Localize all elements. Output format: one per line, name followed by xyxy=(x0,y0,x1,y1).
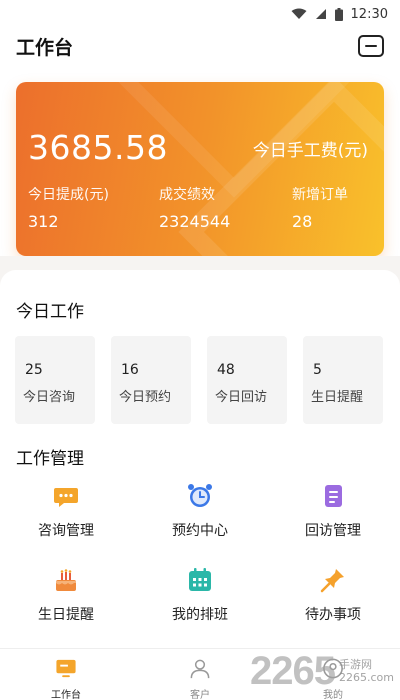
nav-customers[interactable]: 客户 xyxy=(160,649,240,700)
wifi-icon xyxy=(291,8,307,20)
collapse-menu-button[interactable] xyxy=(358,35,384,57)
watermark-text: 手游网 xyxy=(339,658,373,672)
status-time: 12:30 xyxy=(350,6,388,22)
pin-icon xyxy=(320,569,344,593)
status-bar: 12:30 xyxy=(0,0,400,28)
menu-label: 回访管理 xyxy=(305,523,361,539)
site-watermark: 2265 手游网 2265.com xyxy=(250,649,394,694)
todo-button[interactable]: 待办事项 xyxy=(273,566,393,636)
my-schedule-button[interactable]: 我的排班 xyxy=(140,566,260,636)
nav-label: 工作台 xyxy=(51,690,81,700)
today-birthday-card[interactable]: 5 生日提醒 xyxy=(303,336,383,424)
appointment-center-button[interactable]: 预约中心 xyxy=(140,482,260,552)
nav-workbench[interactable]: 工作台 xyxy=(26,649,106,700)
menu-label: 生日提醒 xyxy=(38,607,94,623)
stat-new-orders: 新增订单 28 xyxy=(292,184,348,231)
work-management-title: 工作管理 xyxy=(16,449,84,469)
birthday-reminder-button[interactable]: 生日提醒 xyxy=(6,566,126,636)
watermark-number: 2265 xyxy=(250,649,336,693)
stat-value: 2324544 xyxy=(159,212,231,231)
signal-icon xyxy=(315,8,327,20)
today-work-title: 今日工作 xyxy=(16,302,84,322)
chat-icon xyxy=(54,488,78,507)
alarm-clock-icon xyxy=(188,484,212,507)
earnings-summary-card: 3685.58 今日手工费(元) 今日提成(元) 312 成交绩效 232454… xyxy=(16,82,384,256)
today-revisit-card[interactable]: 48 今日回访 xyxy=(207,336,287,424)
minus-icon xyxy=(365,44,377,48)
handwork-fee-amount: 3685.58 xyxy=(28,128,168,167)
nav-label: 客户 xyxy=(190,690,210,700)
today-count: 16 xyxy=(121,362,139,378)
menu-label: 咨询管理 xyxy=(38,523,94,539)
consult-management-button[interactable]: 咨询管理 xyxy=(6,482,126,552)
stat-value: 312 xyxy=(28,212,59,231)
stat-label: 成交绩效 xyxy=(159,187,215,203)
menu-label: 我的排班 xyxy=(172,607,228,623)
today-label: 今日回访 xyxy=(215,390,268,405)
menu-label: 待办事项 xyxy=(305,607,361,623)
today-count: 48 xyxy=(217,362,235,378)
cake-icon xyxy=(56,569,76,591)
watermark-url: 2265.com xyxy=(339,670,394,684)
today-appointment-card[interactable]: 16 今日预约 xyxy=(111,336,191,424)
battery-icon xyxy=(334,7,343,21)
handwork-fee-label: 今日手工费(元) xyxy=(252,141,368,161)
today-label: 今日预约 xyxy=(119,390,172,405)
notes-icon xyxy=(325,485,342,507)
today-label: 生日提醒 xyxy=(311,390,364,405)
page-title: 工作台 xyxy=(16,36,74,59)
stat-commission: 今日提成(元) 312 xyxy=(28,184,109,231)
stat-value: 28 xyxy=(292,212,313,231)
stat-label: 今日提成(元) xyxy=(28,187,109,203)
revisit-management-button[interactable]: 回访管理 xyxy=(273,482,393,552)
person-icon xyxy=(190,659,210,679)
stat-label: 新增订单 xyxy=(292,187,348,203)
today-count: 5 xyxy=(313,362,322,378)
today-label: 今日咨询 xyxy=(23,390,76,405)
menu-label: 预约中心 xyxy=(172,523,228,539)
today-consult-card[interactable]: 25 今日咨询 xyxy=(15,336,95,424)
stat-performance: 成交绩效 2324544 xyxy=(159,184,230,231)
monitor-icon xyxy=(56,659,76,678)
header: 工作台 xyxy=(0,28,400,64)
today-count: 25 xyxy=(25,362,43,378)
watermark-text-block: 手游网 2265.com xyxy=(339,659,394,683)
calendar-icon xyxy=(189,568,211,591)
